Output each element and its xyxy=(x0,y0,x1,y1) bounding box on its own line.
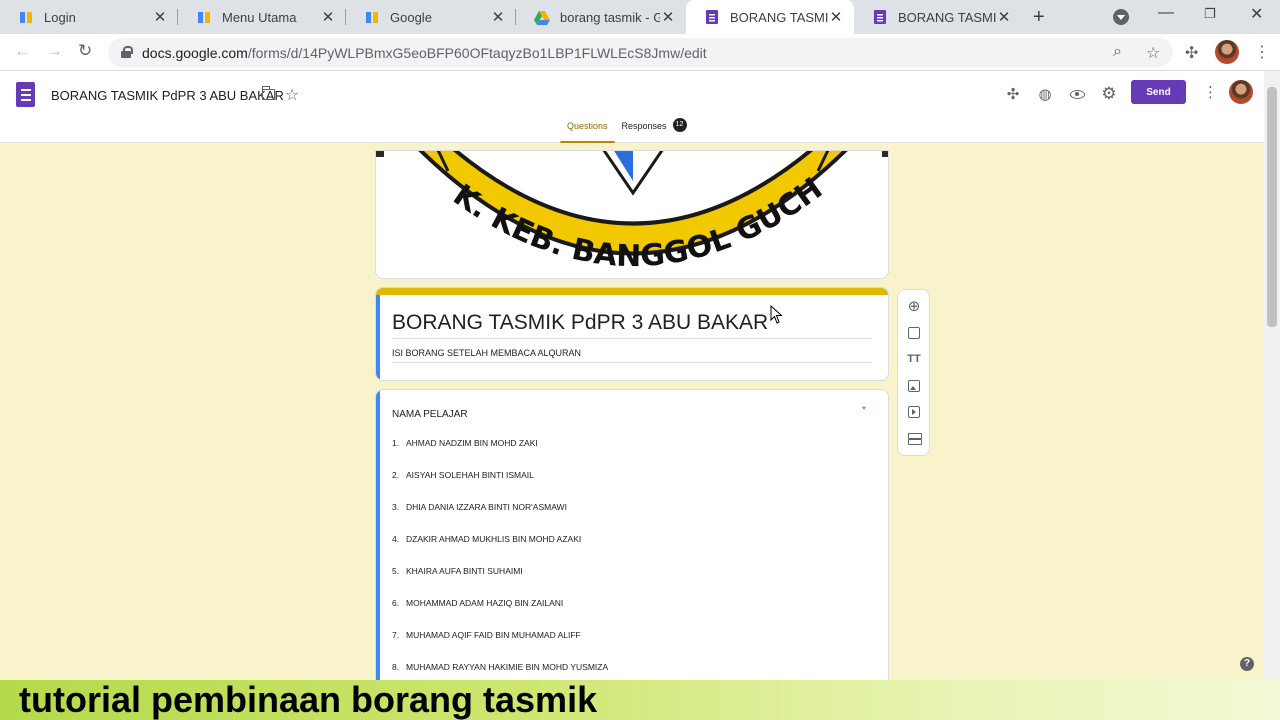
extensions-puzzle-icon[interactable]: ✣ xyxy=(1185,43,1198,63)
close-icon[interactable]: ✕ xyxy=(660,8,676,26)
list-item[interactable]: 6. MOHAMMAD ADAM HAZIQ BIN ZAILANI xyxy=(392,598,563,608)
tab-questions[interactable]: Questions xyxy=(560,121,615,143)
mouse-cursor-icon xyxy=(770,305,783,324)
caption-text: tutorial pembinaan borang tasmik xyxy=(19,679,598,720)
form-title[interactable]: BORANG TASMIK PdPR 3 ABU BAKAR xyxy=(392,311,768,335)
page-scrollbar[interactable] xyxy=(1264,71,1280,680)
theme-color-bar xyxy=(376,288,888,295)
selected-indicator xyxy=(376,295,380,380)
tab-responses[interactable]: Responses 12 xyxy=(615,118,694,143)
url-text: docs.google.com/forms/d/14PyWLPBmxG5eoBF… xyxy=(142,45,707,61)
back-arrow-icon[interactable]: ← xyxy=(14,41,31,61)
close-icon[interactable]: ✕ xyxy=(490,8,506,26)
document-title[interactable]: BORANG TASMIK PdPR 3 ABU BAKAR xyxy=(51,88,284,103)
preview-eye-button[interactable] xyxy=(1065,82,1089,106)
profile-avatar[interactable] xyxy=(1215,40,1239,64)
question-card[interactable]: NAMA PELAJAR * 1. AHMAD NADZIM BIN MOHD Z… xyxy=(375,389,889,689)
form-header-image[interactable]: SEK. KEB. BANGGOL GUCHIL xyxy=(375,150,889,279)
tab-title: BORANG TASMIK P xyxy=(730,9,828,25)
close-icon[interactable]: ✕ xyxy=(996,8,1012,26)
form-tabs: Questions Responses 12 xyxy=(560,118,694,143)
restore-icon[interactable]: ❐ xyxy=(1204,6,1216,22)
list-item[interactable]: 1. AHMAD NADZIM BIN MOHD ZAKI xyxy=(392,438,538,448)
reload-icon[interactable]: ↻ xyxy=(78,41,92,61)
book-icon xyxy=(20,12,32,23)
add-title-icon[interactable]: TT xyxy=(906,351,922,367)
question-title[interactable]: NAMA PELAJAR xyxy=(392,409,468,420)
browser-tab-login[interactable]: Login ✕ xyxy=(0,0,178,34)
video-caption-banner: tutorial pembinaan borang tasmik xyxy=(0,680,1280,720)
address-bar[interactable]: docs.google.com/forms/d/14PyWLPBmxG5eoBF… xyxy=(108,38,1173,67)
add-question-icon[interactable]: ⊕ xyxy=(906,298,922,315)
drive-icon xyxy=(534,11,550,25)
tab-title: borang tasmik - Go xyxy=(560,9,660,25)
add-image-icon[interactable] xyxy=(906,378,922,394)
addons-puzzle-icon[interactable]: ✣ xyxy=(1001,82,1025,106)
star-icon[interactable]: ☆ xyxy=(285,85,299,105)
forms-header: BORANG TASMIK PdPR 3 ABU BAKAR ☆ ✣ ◍ ⚙ S… xyxy=(0,71,1264,143)
responses-count-badge: 12 xyxy=(672,118,687,132)
send-button[interactable]: Send xyxy=(1131,80,1186,104)
tab-title: BORANG TASMIK TA xyxy=(898,9,996,25)
list-item[interactable]: 5. KHAIRA AUFA BINTI SUHAIMI xyxy=(392,566,523,576)
account-avatar[interactable] xyxy=(1229,80,1253,104)
minimize-icon[interactable]: — xyxy=(1158,4,1174,22)
tab-search-icon[interactable] xyxy=(1113,9,1129,25)
list-item[interactable]: 7. MUHAMAD AQIF FAID BIN MUHAMAD ALIFF xyxy=(392,630,581,640)
settings-gear-icon[interactable]: ⚙ xyxy=(1097,82,1121,106)
scrollbar-thumb[interactable] xyxy=(1267,87,1277,327)
bookmark-star-icon[interactable]: ☆ xyxy=(1146,43,1160,63)
forward-arrow-icon[interactable]: → xyxy=(46,41,63,61)
list-item[interactable]: 8. MUHAMAD RAYYAN HAKIMIE BIN MOHD YUSMIZ… xyxy=(392,662,608,672)
browser-tab-strip: Login ✕ Menu Utama ✕ Google ✕ borang tas… xyxy=(0,0,1280,34)
forms-icon xyxy=(874,10,886,24)
list-item[interactable]: 3. DHIA DANIA IZZARA BINTI NOR'ASMAWI xyxy=(392,502,567,512)
school-crest-image: SEK. KEB. BANGGOL GUCHIL xyxy=(376,151,888,278)
tab-title: Menu Utama xyxy=(222,9,297,25)
book-icon xyxy=(366,12,378,23)
forms-icon xyxy=(706,10,718,24)
browser-tab-borang-tasmik-drive[interactable]: borang tasmik - Go ✕ xyxy=(516,0,686,34)
window-close-icon[interactable]: ✕ xyxy=(1250,4,1263,24)
lock-icon xyxy=(121,46,133,58)
tab-title: Login xyxy=(44,9,76,25)
import-questions-icon[interactable] xyxy=(906,325,922,341)
list-item[interactable]: 4. DZAKIR AHMAD MUKHLIS BIN MOHD AZAKI xyxy=(392,534,581,544)
more-options-icon[interactable]: ⋮ xyxy=(1203,83,1218,101)
browser-tab-google[interactable]: Google ✕ xyxy=(346,0,516,34)
close-icon[interactable]: ✕ xyxy=(320,8,336,26)
browser-toolbar: ← → ↻ docs.google.com/forms/d/14PyWLPBmx… xyxy=(0,34,1280,71)
form-title-card[interactable]: BORANG TASMIK PdPR 3 ABU BAKAR ISI BORAN… xyxy=(375,287,889,381)
eye-icon xyxy=(1069,89,1085,99)
help-icon[interactable]: ? xyxy=(1240,657,1254,671)
add-section-icon[interactable] xyxy=(906,431,922,447)
close-icon[interactable]: ✕ xyxy=(152,8,168,26)
zoom-icon[interactable]: ⌕ xyxy=(1113,43,1122,61)
form-side-toolbar: ⊕ TT xyxy=(897,289,930,456)
selected-indicator xyxy=(376,390,380,689)
forms-logo-icon[interactable] xyxy=(16,82,35,107)
list-item[interactable]: 2. AISYAH SOLEHAH BINTI ISMAIL xyxy=(392,470,534,480)
folder-icon[interactable] xyxy=(261,86,275,100)
chrome-menu-icon[interactable]: ⋮ xyxy=(1254,42,1270,62)
form-description[interactable]: ISI BORANG SETELAH MEMBACA ALQURAN xyxy=(392,348,581,358)
add-video-icon[interactable] xyxy=(906,404,922,420)
new-tab-plus-icon[interactable]: + xyxy=(1033,6,1045,29)
palette-icon[interactable]: ◍ xyxy=(1033,82,1057,106)
browser-tab-menu-utama[interactable]: Menu Utama ✕ xyxy=(178,0,346,34)
book-icon xyxy=(198,12,210,23)
tab-title: Google xyxy=(390,9,432,25)
required-asterisk: * xyxy=(862,405,866,416)
browser-tab-borang-tasmik-2[interactable]: BORANG TASMIK TA ✕ xyxy=(854,0,1022,34)
browser-tab-borang-tasmik-active[interactable]: BORANG TASMIK P ✕ xyxy=(686,0,854,34)
close-icon[interactable]: ✕ xyxy=(828,8,844,26)
